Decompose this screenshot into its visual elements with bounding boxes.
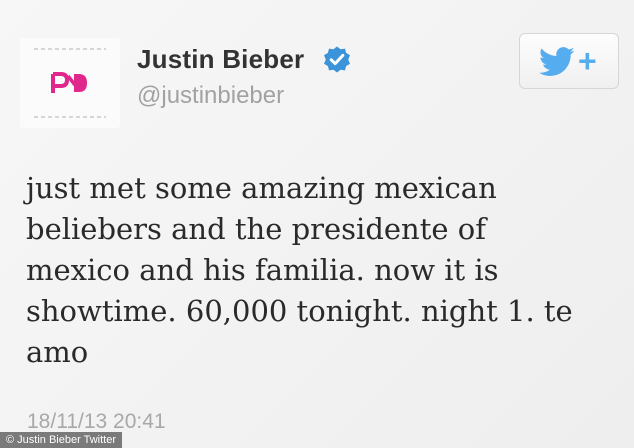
tweet-text-line: just met some amazing mexican [26, 171, 497, 205]
tweet-text: just met some amazing mexican beliebers … [26, 168, 632, 373]
tweet-text-line: showtime. 60,000 tonight. night 1. te [26, 294, 573, 328]
follow-button[interactable]: + [519, 33, 619, 89]
avatar[interactable] [20, 38, 120, 128]
twitter-bird-icon [539, 47, 575, 76]
purpose-logo-icon [51, 72, 87, 93]
photo-credit: © Justin Bieber Twitter [0, 432, 122, 448]
avatar-decoration [34, 116, 106, 118]
avatar-decoration [34, 48, 106, 50]
tweet-timestamp[interactable]: 18/11/13 20:41 [27, 410, 166, 434]
tweet-text-line: amo [26, 335, 89, 369]
tweet-text-line: beliebers and the presidente of [26, 212, 486, 246]
follow-plus-label: + [578, 43, 597, 79]
verified-badge-icon [324, 46, 350, 73]
user-handle[interactable]: @justinbieber [137, 82, 284, 110]
tweet-card: Justin Bieber @justinbieber + just met s… [0, 0, 634, 448]
user-name[interactable]: Justin Bieber [137, 44, 304, 75]
tweet-text-line: mexico and his familia. now it is [26, 253, 499, 287]
